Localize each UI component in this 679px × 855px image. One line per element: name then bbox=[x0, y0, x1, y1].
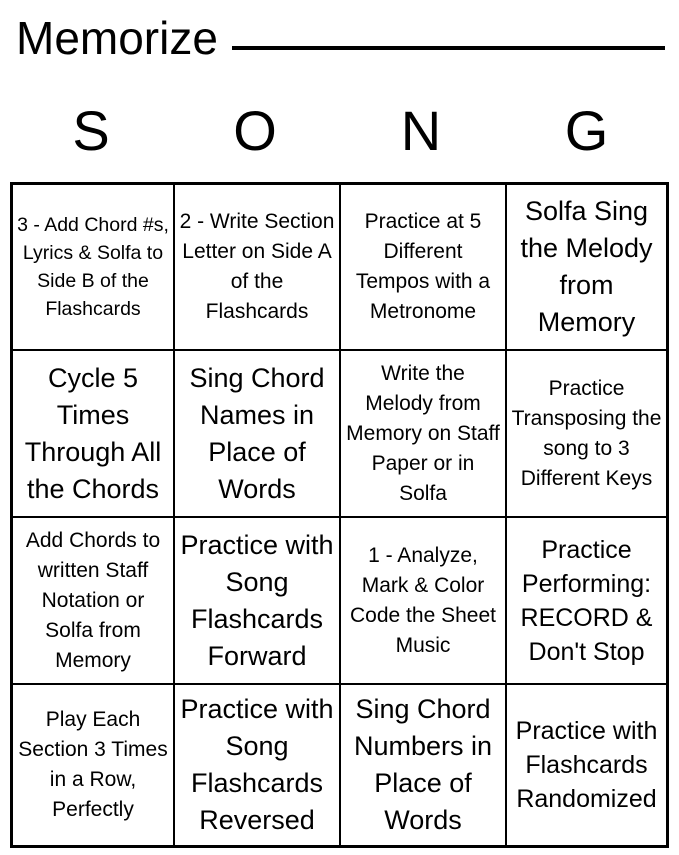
bingo-cell-text: Practice Performing: RECORD & Don't Stop bbox=[520, 535, 653, 666]
bingo-cell-r3c4[interactable]: Practice Performing: RECORD & Don't Stop bbox=[507, 518, 666, 685]
bingo-cell-r4c1[interactable]: Play Each Section 3 Times in a Row, Perf… bbox=[13, 685, 175, 845]
bingo-grid: 3 - Add Chord #s, Lyrics & Solfa to Side… bbox=[10, 182, 669, 848]
column-letter-g: G bbox=[564, 99, 609, 162]
bingo-cell-r1c4[interactable]: Solfa Sing the Melody from Memory bbox=[507, 185, 666, 351]
bingo-cell-r4c3[interactable]: Sing Chord Numbers in Place of Words bbox=[341, 685, 507, 845]
title-blank-fill-in-line[interactable] bbox=[231, 2, 671, 54]
bingo-cell-r2c4[interactable]: Practice Transposing the song to 3 Diffe… bbox=[507, 351, 666, 518]
bingo-cell-r1c3[interactable]: Practice at 5 Different Tempos with a Me… bbox=[341, 185, 507, 351]
bingo-cell-text: Write the Melody from Memory on Staff Pa… bbox=[346, 361, 500, 505]
bingo-cell-text: Sing Chord Numbers in Place of Words bbox=[353, 694, 493, 835]
bingo-cell-text: Play Each Section 3 Times in a Row, Perf… bbox=[18, 708, 168, 821]
bingo-cell-r3c3[interactable]: 1 - Analyze, Mark & Color Code the Sheet… bbox=[341, 518, 507, 685]
bingo-cell-text: Practice at 5 Different Tempos with a Me… bbox=[355, 210, 491, 323]
bingo-cell-r3c2[interactable]: Practice with Song Flashcards Forward bbox=[175, 518, 341, 685]
bingo-cell-text: Practice Transposing the song to 3 Diffe… bbox=[511, 376, 662, 490]
bingo-cell-text: Add Chords to written Staff Notation or … bbox=[25, 528, 161, 672]
bingo-cell-r2c3[interactable]: Write the Melody from Memory on Staff Pa… bbox=[341, 351, 507, 518]
page-title: Memorize bbox=[16, 12, 218, 64]
bingo-cell-r4c2[interactable]: Practice with Song Flashcards Reversed bbox=[175, 685, 341, 845]
bingo-cell-text: Sing Chord Names in Place of Words bbox=[189, 362, 325, 504]
column-letter-o: O bbox=[233, 99, 277, 162]
bingo-cell-r3c1[interactable]: Add Chords to written Staff Notation or … bbox=[13, 518, 175, 685]
bingo-cell-r2c1[interactable]: Cycle 5 Times Through All the Chords bbox=[13, 351, 175, 518]
bingo-cell-text: Cycle 5 Times Through All the Chords bbox=[24, 362, 162, 504]
bingo-cell-text: Practice with Song Flashcards Reversed bbox=[180, 694, 334, 835]
bingo-cell-r2c2[interactable]: Sing Chord Names in Place of Words bbox=[175, 351, 341, 518]
bingo-cell-text: 3 - Add Chord #s, Lyrics & Solfa to Side… bbox=[17, 214, 169, 320]
column-letter-s: S bbox=[72, 99, 110, 162]
bingo-cell-r1c2[interactable]: 2 - Write Section Letter on Side A of th… bbox=[175, 185, 341, 351]
bingo-cell-text: Practice with Song Flashcards Forward bbox=[180, 529, 334, 671]
bingo-cell-r1c1[interactable]: 3 - Add Chord #s, Lyrics & Solfa to Side… bbox=[13, 185, 175, 351]
bingo-cell-text: 2 - Write Section Letter on Side A of th… bbox=[179, 210, 335, 323]
bingo-cell-text: 1 - Analyze, Mark & Color Code the Sheet… bbox=[350, 543, 496, 657]
column-letter-n: N bbox=[400, 99, 442, 162]
bingo-cell-text: Practice with Flashcards Randomized bbox=[515, 717, 658, 813]
column-letters-row: S O N G bbox=[10, 96, 669, 166]
bingo-cell-text: Solfa Sing the Melody from Memory bbox=[520, 196, 653, 337]
bingo-card-page: Memorize S O N G 3 - Add Chord #s, Lyric… bbox=[0, 0, 679, 855]
bingo-cell-r4c4[interactable]: Practice with Flashcards Randomized bbox=[507, 685, 666, 845]
card-title-row: Memorize bbox=[16, 2, 671, 64]
